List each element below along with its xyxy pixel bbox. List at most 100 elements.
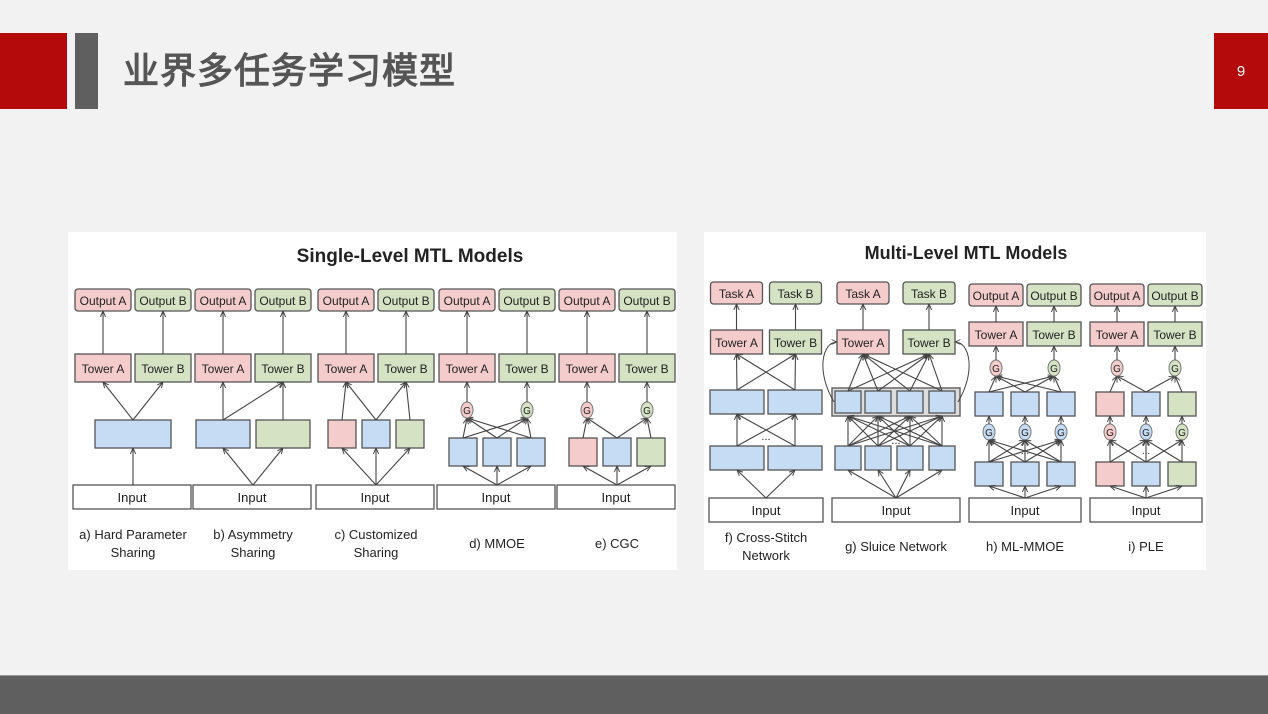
output-a-label: Task A xyxy=(845,287,880,301)
multi-level-mtl-figure: Multi-Level MTL Models Task A Task B Tower … xyxy=(704,232,1206,570)
tower-a-label: Tower A xyxy=(82,362,125,376)
connection-arrow xyxy=(1145,486,1182,499)
ellipsis: ... xyxy=(891,435,900,447)
connection-arrow xyxy=(1117,376,1147,393)
gate-label: G xyxy=(1021,428,1029,439)
tower-a-label: Tower A xyxy=(975,328,1018,342)
model-caption: b) Asymmetry xyxy=(213,527,293,542)
expert-box xyxy=(974,461,1004,487)
connection-arrow xyxy=(223,448,254,486)
connection-arrow xyxy=(737,470,767,499)
gate-label: G xyxy=(1142,428,1150,439)
expert-box xyxy=(327,419,357,449)
connection-arrow xyxy=(989,486,1026,499)
expert-box xyxy=(864,390,892,414)
expert-box xyxy=(1046,391,1076,417)
output-b-label: Output B xyxy=(1030,289,1077,303)
tower-b-label: Tower B xyxy=(261,362,304,376)
connection-arrow xyxy=(496,466,531,486)
connection-arrow xyxy=(587,418,618,439)
expert-box xyxy=(1167,461,1197,487)
connection-arrow xyxy=(1175,376,1183,393)
connection-arrow xyxy=(222,382,283,421)
connection-arrow xyxy=(647,418,652,439)
connection-arrow xyxy=(467,418,532,439)
tower-b-label: Tower B xyxy=(141,362,184,376)
gate-label: G xyxy=(992,364,1000,375)
connection-arrow xyxy=(341,382,346,421)
expert-box xyxy=(974,391,1004,417)
connection-arrow xyxy=(462,418,467,439)
model-caption: a) Hard Parameter xyxy=(79,527,187,542)
tower-a-label: Tower A xyxy=(842,336,885,350)
connection-arrow xyxy=(103,382,134,421)
gate-label: G xyxy=(1178,428,1186,439)
tower-b-label: Tower B xyxy=(1153,328,1196,342)
gate-label: G xyxy=(1057,428,1065,439)
output-b-label: Output B xyxy=(623,294,670,308)
model-caption: f) Cross-Stitch xyxy=(725,530,807,545)
input-label: Input xyxy=(118,490,147,505)
expert-box xyxy=(834,390,862,414)
gate-label: G xyxy=(1106,428,1114,439)
tower-b-label: Tower B xyxy=(907,336,950,350)
expert-box xyxy=(1131,461,1161,487)
expert-box xyxy=(896,445,924,471)
connection-arrow xyxy=(909,354,929,392)
expert-box xyxy=(1095,461,1125,487)
gate-label: G xyxy=(1113,364,1121,375)
slide-title: 业界多任务学习模型 xyxy=(123,51,457,92)
gate-label: G xyxy=(1050,364,1058,375)
tower-b-label: Tower B xyxy=(384,362,427,376)
model-caption: c) Customized xyxy=(334,527,417,542)
output-b-label: Output B xyxy=(1151,289,1198,303)
header-accent-gray-bar xyxy=(75,33,98,109)
tower-a-label: Tower A xyxy=(715,336,758,350)
model-caption: Sharing xyxy=(354,545,399,560)
connection-arrow xyxy=(795,354,796,391)
output-a-label: Output A xyxy=(200,294,247,308)
connection-arrow xyxy=(462,418,527,439)
tower-b-label: Tower B xyxy=(774,336,817,350)
connection-arrow xyxy=(848,470,897,499)
connection-arrow xyxy=(582,418,587,439)
connection-arrow xyxy=(737,354,738,391)
connection-arrow xyxy=(463,466,498,486)
multi-level-diagram: Multi-Level MTL Models Task A Task B Tower … xyxy=(708,243,1203,563)
input-label: Input xyxy=(602,490,631,505)
tower-a-label: Tower A xyxy=(1096,328,1139,342)
gate-label: G xyxy=(583,406,591,417)
expert-box xyxy=(1131,391,1161,417)
tower-a-label: Tower A xyxy=(446,362,489,376)
expert-box xyxy=(767,389,823,415)
expert-box xyxy=(928,390,956,414)
connection-arrow xyxy=(252,448,283,486)
expert-box xyxy=(448,437,478,467)
connection-arrow xyxy=(616,418,647,439)
expert-box xyxy=(1010,461,1040,487)
output-a-label: Output A xyxy=(80,294,127,308)
tower-b-label: Tower B xyxy=(1032,328,1075,342)
ellipsis: ... xyxy=(1142,446,1150,457)
connection-arrow xyxy=(375,448,410,486)
expert-box xyxy=(361,419,391,449)
model-caption: Sharing xyxy=(111,545,156,560)
input-label: Input xyxy=(752,503,781,518)
connection-arrow xyxy=(878,470,897,499)
output-b-label: Task B xyxy=(911,287,947,301)
gate-label: G xyxy=(463,406,471,417)
connection-arrow xyxy=(1145,376,1175,393)
ellipsis: ... xyxy=(761,431,770,443)
input-label: Input xyxy=(882,503,911,518)
model-caption: Network xyxy=(742,548,790,563)
expert-box xyxy=(602,437,632,467)
connection-arrow xyxy=(1110,486,1147,499)
output-a-label: Output A xyxy=(444,294,491,308)
connection-arrow xyxy=(1109,376,1117,393)
connection-arrow xyxy=(346,382,377,421)
connection-arrow xyxy=(342,448,377,486)
output-b-label: Output B xyxy=(382,294,429,308)
figure-heading: Multi-Level MTL Models xyxy=(865,243,1068,263)
ellipsis: ... xyxy=(1021,446,1029,457)
output-b-label: Output B xyxy=(139,294,186,308)
